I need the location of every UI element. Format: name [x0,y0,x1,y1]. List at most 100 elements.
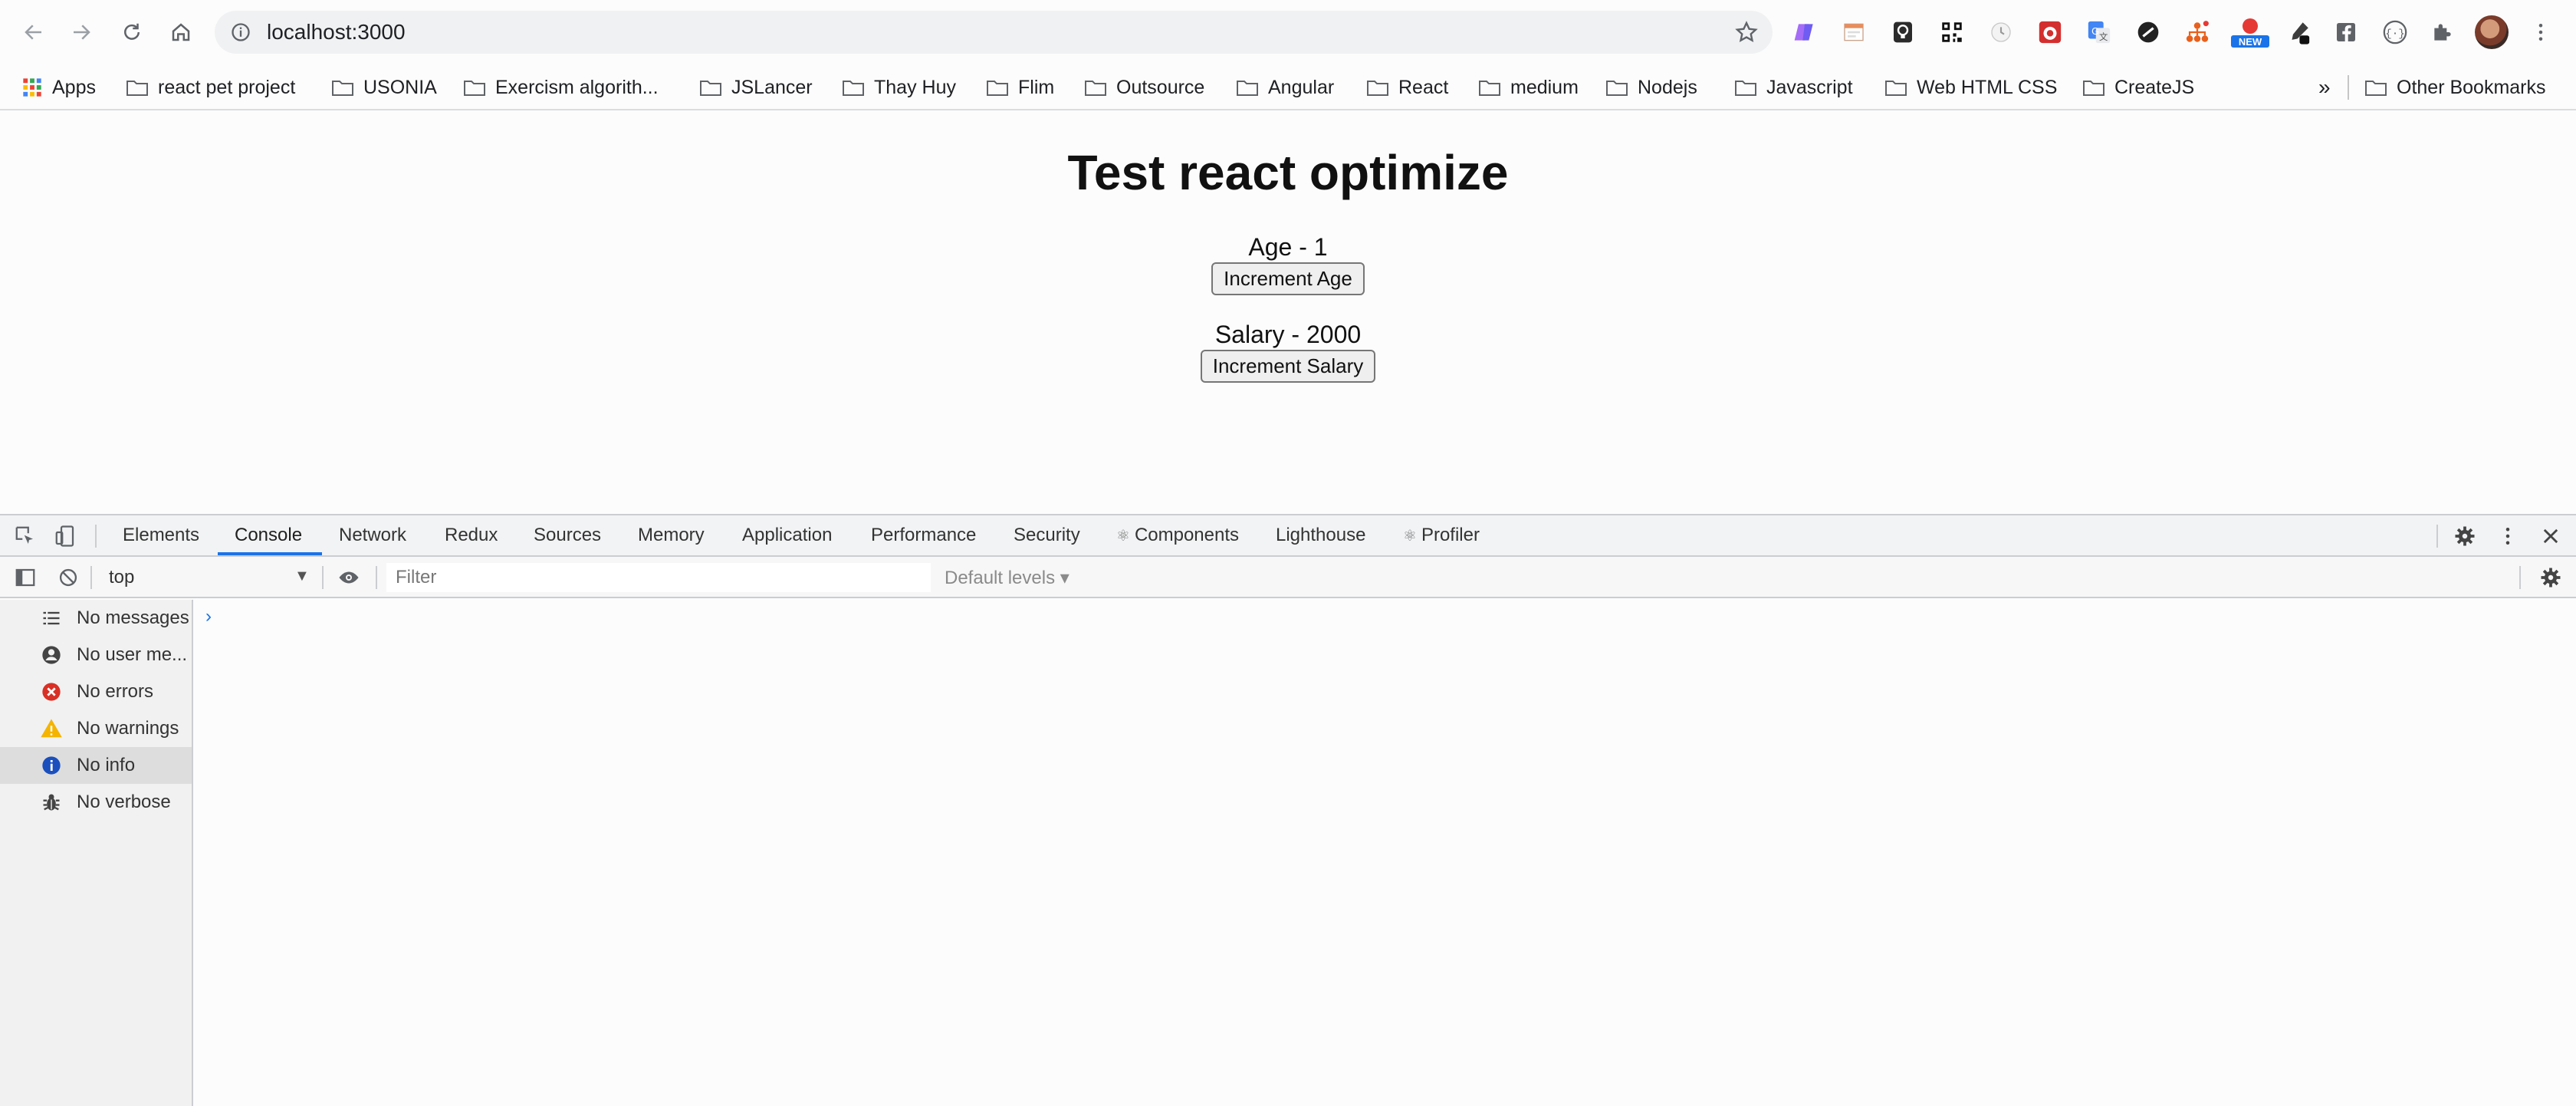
bracket-icon[interactable]: {·} [2380,15,2410,49]
kebab-menu-icon[interactable] [2496,525,2519,548]
sidebar-item-label: No warnings [77,718,179,739]
bookmark-label: Other Bookmarks [2397,76,2546,98]
folder-icon [1885,81,1907,96]
context-select[interactable]: top [100,563,314,592]
console-prompt[interactable]: › [205,606,212,627]
salary-text: Salary - 2000 [1214,321,1362,348]
bookmark-folder[interactable]: Outsource [1084,64,1204,110]
bookmark-folder[interactable]: react pet project [126,64,295,110]
bookmark-label: medium [1510,76,1579,98]
bookmark-folder[interactable]: Angular [1236,64,1334,110]
bookmark-other[interactable]: Other Bookmarks [2364,64,2546,110]
reload-icon [124,23,140,40]
bookmarks-overflow-button[interactable]: » [2318,64,2331,110]
clear-console-icon[interactable] [57,566,80,589]
tab-performance[interactable]: Performance [871,515,976,555]
caret-down-icon[interactable]: ▼ [294,568,310,585]
sidebar-item-messages[interactable]: No messages [0,600,192,637]
url-text[interactable]: localhost:3000 [267,18,406,46]
bookmark-folder[interactable]: medium [1478,64,1579,110]
tab-network[interactable]: Network [339,515,406,555]
bulb-icon[interactable] [1888,15,1918,49]
bookmark-folder[interactable]: React [1366,64,1448,110]
settings-gear-icon[interactable] [2453,525,2476,548]
devtools-tab-bar: Elements Console Network Redux Sources M… [0,515,2576,557]
eye-icon[interactable] [337,566,360,589]
reload-button[interactable] [113,14,150,51]
log-levels-dropdown[interactable]: Default levels ▾ [945,563,1070,592]
bookmark-folder[interactable]: USONIA [331,64,437,110]
paint-icon[interactable] [1789,15,1820,49]
home-button[interactable] [163,14,199,51]
console-settings-gear-icon[interactable] [2539,566,2562,589]
sidebar-item-errors[interactable]: No errors [0,673,192,710]
puzzle-icon[interactable] [2427,15,2458,49]
bookmark-folder[interactable]: Javascript [1734,64,1853,110]
bookmark-folder[interactable]: CreateJS [2082,64,2194,110]
bookmark-folder[interactable]: Thay Huy [842,64,956,110]
toolbar-divider [322,566,324,589]
calendar-icon[interactable] [1838,15,1869,49]
dropper-icon[interactable] [2283,15,2314,49]
tab-label: Components [1134,525,1240,545]
tab-redux[interactable]: Redux [445,515,498,555]
increment-age-button[interactable]: Increment Age [1211,262,1365,295]
svg-text:{·}: {·} [2385,28,2405,41]
bookmark-label: Exercism algorith... [495,76,659,98]
bookmarks-separator [2348,75,2349,100]
folder-icon [700,81,721,96]
console-filter-input[interactable] [386,563,931,592]
tab-console[interactable]: Console [235,515,302,555]
tab-profiler[interactable]: ⚛ Profiler [1403,515,1480,555]
bookmark-folder[interactable]: JSLancer [699,64,813,110]
forward-arrow-icon [74,25,90,40]
close-icon[interactable] [2539,525,2562,548]
clock-icon[interactable] [1986,15,2016,49]
device-toolbar-icon[interactable] [54,525,77,548]
tab-components[interactable]: ⚛ Components [1116,515,1239,555]
profile-avatar[interactable] [2475,15,2509,49]
tab-lighthouse[interactable]: Lighthouse [1276,515,1365,555]
new-badge-icon[interactable]: NEW [2229,15,2271,49]
sidebar-toggle-icon[interactable] [14,566,37,589]
bookmark-folder[interactable]: Nodejs [1605,64,1697,110]
bookmark-folder[interactable]: Flim [986,64,1054,110]
back-button[interactable] [15,14,52,51]
ladybug-icon[interactable] [2035,15,2065,49]
browser-menu-button[interactable] [2522,14,2559,51]
sidebar-item-info[interactable]: No info [0,747,192,784]
qr-icon[interactable] [1937,15,1967,49]
sidebar-item-verbose[interactable]: No verbose [0,784,192,821]
sidebar-item-warnings[interactable]: No warnings [0,710,192,747]
folder-icon [1367,81,1388,96]
home-icon [172,23,190,41]
inspect-element-icon[interactable] [14,525,37,548]
folder-icon [1479,81,1500,96]
vpn-icon[interactable] [2133,15,2164,49]
info-icon[interactable] [230,21,251,43]
sidebar-item-label: No user me... [77,644,188,665]
toolbar-divider [2519,566,2521,589]
tab-sources[interactable]: Sources [534,515,601,555]
increment-salary-button[interactable]: Increment Salary [1200,350,1376,383]
tab-elements[interactable]: Elements [123,515,199,555]
forward-button[interactable] [63,14,100,51]
bookmark-label: react pet project [158,76,296,98]
bookmark-apps[interactable]: Apps [21,64,96,110]
folder-icon [332,81,353,96]
page-title: Test react optimize [1067,145,1509,200]
translate-icon[interactable]: G文 [2084,15,2114,49]
tab-application[interactable]: Application [742,515,832,555]
bookmark-folder[interactable]: Exercism algorith... [463,64,659,110]
bookmark-label: Web HTML CSS [1917,76,2058,98]
network-icon[interactable] [2182,15,2213,49]
address-bar[interactable]: localhost:3000 [215,11,1773,54]
tab-security[interactable]: Security [1014,515,1080,555]
context-value: top [109,567,135,588]
facebook-icon[interactable] [2331,15,2361,49]
info-icon [40,754,63,777]
star-icon[interactable] [1734,20,1759,44]
tab-memory[interactable]: Memory [638,515,705,555]
bookmark-folder[interactable]: Web HTML CSS [1884,64,2057,110]
sidebar-item-user-messages[interactable]: No user me... [0,637,192,673]
